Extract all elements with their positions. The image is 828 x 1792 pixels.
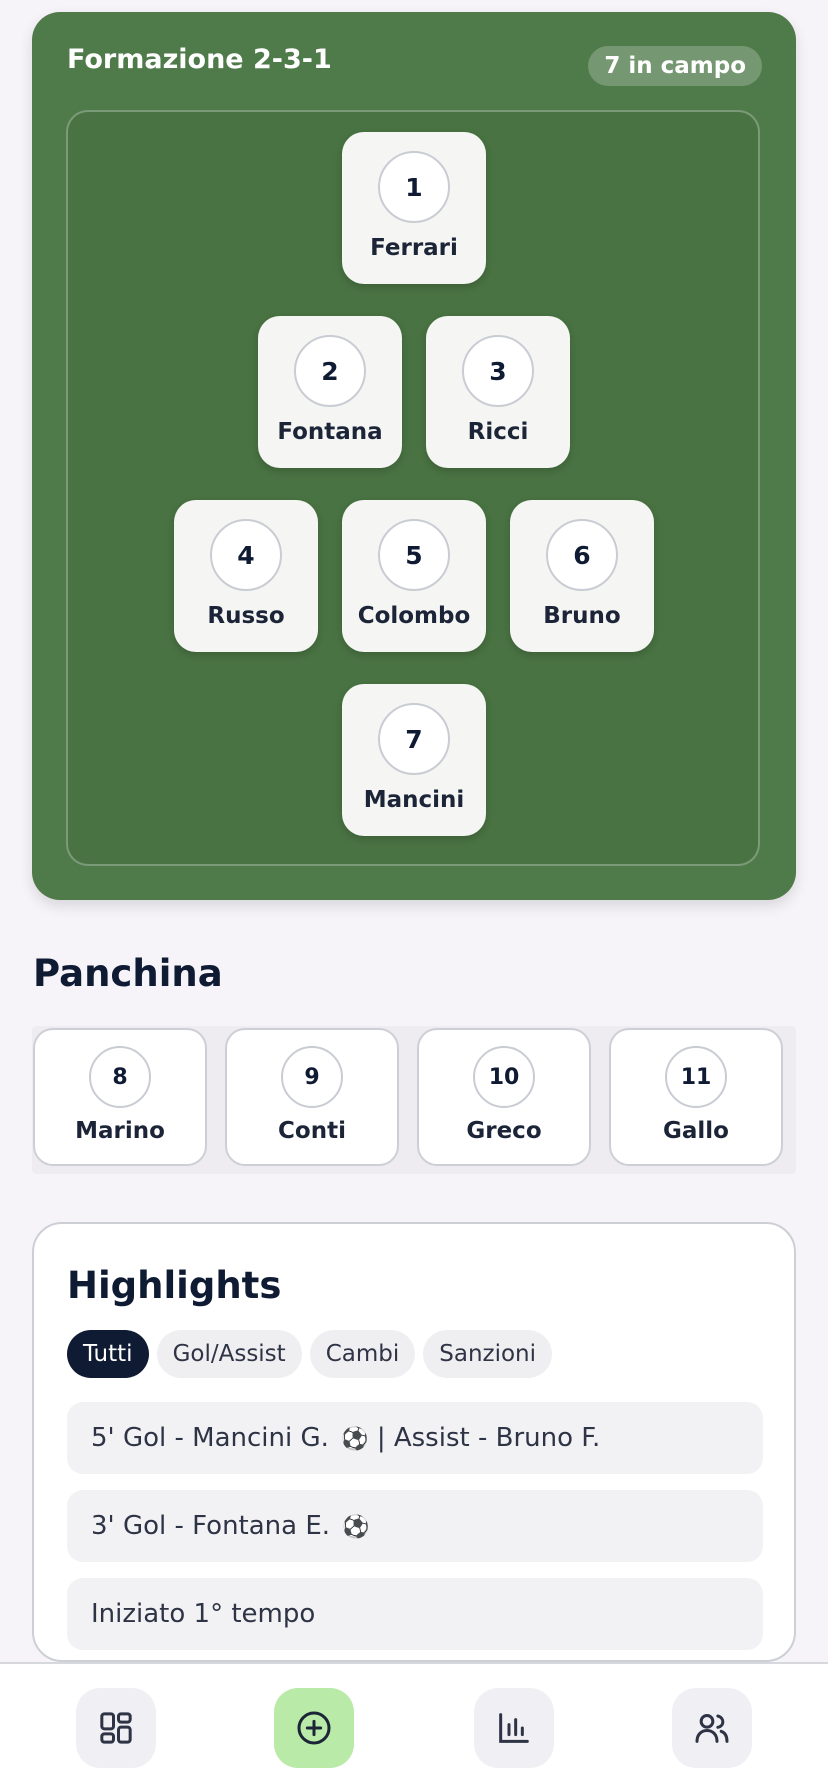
players-on-field-badge: 7 in campo <box>588 46 762 86</box>
player-name: Greco <box>466 1118 542 1144</box>
stats-chart-icon <box>499 1713 529 1743</box>
bench-title: Panchina <box>33 952 223 995</box>
player-number: 1 <box>378 151 450 223</box>
filter-chip-sanzioni[interactable]: Sanzioni <box>423 1330 553 1378</box>
player-number: 5 <box>378 519 450 591</box>
player-name: Gallo <box>663 1118 729 1144</box>
event-text: Iniziato 1° tempo <box>91 1599 316 1629</box>
soccer-ball-icon: ⚽ <box>342 1515 370 1540</box>
bench-player-card[interactable]: 9 Conti <box>225 1028 399 1166</box>
people-icon <box>695 1714 729 1743</box>
player-card[interactable]: 6 Bruno <box>510 500 654 652</box>
player-number: 8 <box>89 1046 151 1108</box>
event-item[interactable]: Iniziato 1° tempo <box>67 1578 763 1650</box>
pitch: 1 Ferrari 2 Fontana 3 Ricci 4 Russo 5 Co… <box>66 110 760 866</box>
highlight-filters: Tutti Gol/Assist Cambi Sanzioni <box>67 1330 553 1378</box>
player-name: Fontana <box>277 419 383 445</box>
player-number: 9 <box>281 1046 343 1108</box>
player-card[interactable]: 1 Ferrari <box>342 132 486 284</box>
filter-chip-gol-assist[interactable]: Gol/Assist <box>156 1330 302 1378</box>
player-number: 4 <box>210 519 282 591</box>
player-name: Conti <box>278 1118 346 1144</box>
player-name: Marino <box>75 1118 165 1144</box>
bench-player-card[interactable]: 10 Greco <box>417 1028 591 1166</box>
filter-chip-tutti[interactable]: Tutti <box>67 1330 149 1378</box>
player-number: 3 <box>462 335 534 407</box>
bench-player-card[interactable]: 8 Marino <box>33 1028 207 1166</box>
bench-player-card[interactable]: 11 Gallo <box>609 1028 783 1166</box>
player-name: Ricci <box>467 419 529 445</box>
player-card[interactable]: 7 Mancini <box>342 684 486 836</box>
filter-chip-cambi[interactable]: Cambi <box>309 1330 416 1378</box>
formation-card: Formazione 2-3-1 7 in campo 1 Ferrari 2 … <box>32 12 796 900</box>
bottom-nav <box>0 1662 828 1792</box>
formation-title: Formazione 2-3-1 <box>67 44 332 75</box>
player-name: Mancini <box>363 787 465 813</box>
player-card[interactable]: 4 Russo <box>174 500 318 652</box>
dashboard-icon <box>100 1712 132 1744</box>
player-card[interactable]: 5 Colombo <box>342 500 486 652</box>
nav-add-button[interactable] <box>274 1688 354 1768</box>
player-number: 11 <box>665 1046 727 1108</box>
player-number: 10 <box>473 1046 535 1108</box>
nav-dashboard-button[interactable] <box>76 1688 156 1768</box>
event-text: 3' Gol - Fontana E. <box>91 1511 331 1541</box>
player-card[interactable]: 3 Ricci <box>426 316 570 468</box>
event-text: 5' Gol - Mancini G. <box>91 1423 329 1453</box>
player-number: 2 <box>294 335 366 407</box>
highlights-card: Highlights Tutti Gol/Assist Cambi Sanzio… <box>32 1222 796 1662</box>
highlights-title: Highlights <box>67 1264 282 1307</box>
event-assist-text: | Assist - Bruno F. <box>376 1423 601 1453</box>
soccer-ball-icon: ⚽ <box>341 1427 369 1452</box>
player-name: Colombo <box>357 603 471 629</box>
player-card[interactable]: 2 Fontana <box>258 316 402 468</box>
event-item[interactable]: 3' Gol - Fontana E. ⚽ <box>67 1490 763 1562</box>
player-name: Russo <box>207 603 285 629</box>
player-number: 6 <box>546 519 618 591</box>
player-name: Ferrari <box>370 235 458 261</box>
player-name: Bruno <box>543 603 621 629</box>
player-number: 7 <box>378 703 450 775</box>
nav-players-button[interactable] <box>672 1688 752 1768</box>
add-circle-icon <box>297 1711 331 1745</box>
nav-stats-button[interactable] <box>474 1688 554 1768</box>
event-item[interactable]: 5' Gol - Mancini G. ⚽ | Assist - Bruno F… <box>67 1402 763 1474</box>
